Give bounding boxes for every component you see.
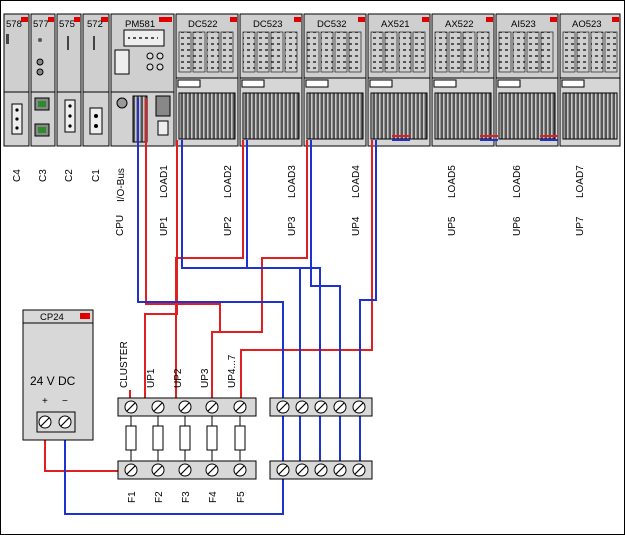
label-io-bus: I/O-Bus xyxy=(116,168,127,202)
fuse-terminal-strip: F1 F2 F3 F4 F5 xyxy=(117,397,257,503)
psu-minus-label: − xyxy=(62,396,68,407)
module-label-ax522: AX522 xyxy=(445,19,474,30)
label-f3: F3 xyxy=(181,491,192,503)
label-up4: UP4 xyxy=(351,216,362,236)
label-load6: LOAD6 xyxy=(512,165,523,198)
label-c4: C4 xyxy=(12,169,23,182)
label-fuse-up1: UP1 xyxy=(146,368,157,388)
label-f4: F4 xyxy=(208,491,219,503)
power-supply-cp24: CP24 24 V DC + − xyxy=(22,309,94,441)
label-load7: LOAD7 xyxy=(575,165,586,198)
label-up6: UP6 xyxy=(512,216,523,236)
fuse-group-labels: CLUSTER UP1 UP2 UP3 UP4...7 xyxy=(119,341,238,388)
module-rack: 578 577 575 572 PM581 DC522 DC523 DC532 … xyxy=(3,13,621,147)
comm-module-578: 578 xyxy=(3,13,30,147)
module-label-578: 578 xyxy=(6,19,22,30)
wiring-diagram: 578 577 575 572 PM581 DC522 DC523 DC532 … xyxy=(0,0,625,535)
label-load2: LOAD2 xyxy=(223,165,234,198)
psu-title: CP24 xyxy=(40,312,64,323)
module-label-575: 575 xyxy=(59,19,75,30)
wire-load4-return xyxy=(359,140,377,470)
label-up5: UP5 xyxy=(447,216,458,236)
label-fuse-up2: UP2 xyxy=(173,368,184,388)
module-label-dc523: DC523 xyxy=(253,19,283,30)
psu-plus-label: + xyxy=(42,396,48,407)
label-c1: C1 xyxy=(91,169,102,182)
label-cluster: CLUSTER xyxy=(119,341,130,388)
diagram-canvas: 578 577 575 572 PM581 DC522 DC523 DC532 … xyxy=(0,0,625,535)
module-label-577: 577 xyxy=(33,19,49,30)
label-c3: C3 xyxy=(38,169,49,182)
io-module-ax522: AX522 xyxy=(431,13,495,147)
io-module-dc532: DC532 xyxy=(303,13,367,147)
comm-module-572: 572 xyxy=(82,13,110,147)
label-load1: LOAD1 xyxy=(159,165,170,198)
label-up1: UP1 xyxy=(159,216,170,236)
cpu-module-pm581: PM581 xyxy=(110,13,175,147)
io-module-ai523: AI523 xyxy=(495,13,559,147)
label-c2: C2 xyxy=(64,169,75,182)
psu-voltage: 24 V DC xyxy=(30,374,76,388)
label-load5: LOAD5 xyxy=(447,165,458,198)
label-f5: F5 xyxy=(236,491,247,503)
label-f2: F2 xyxy=(154,491,165,503)
bus-labels: C4 C3 C2 C1 CPU I/O-Bus UP1 LOAD1 UP2 LO… xyxy=(12,165,586,236)
io-module-dc522: DC522 xyxy=(175,13,239,147)
label-fuse-up3: UP3 xyxy=(200,368,211,388)
module-label-dc522: DC522 xyxy=(188,19,218,30)
io-module-ax521: AX521 xyxy=(367,13,431,147)
label-load4: LOAD4 xyxy=(351,165,362,198)
wires-return xyxy=(64,98,558,515)
module-label-dc532: DC532 xyxy=(317,19,347,30)
wire-load3-return xyxy=(310,140,341,470)
label-up7: UP7 xyxy=(575,216,586,236)
module-label-ao523: AO523 xyxy=(572,19,602,30)
label-up2: UP2 xyxy=(223,216,234,236)
comm-module-577: 577 xyxy=(30,13,56,147)
comm-module-575: 575 xyxy=(56,13,82,147)
label-up3: UP3 xyxy=(287,216,298,236)
module-label-572: 572 xyxy=(87,19,103,30)
label-load3: LOAD3 xyxy=(287,165,298,198)
module-label-ax521: AX521 xyxy=(381,19,410,30)
io-module-dc523: DC523 xyxy=(239,13,303,147)
module-label-pm581: PM581 xyxy=(125,19,155,30)
label-f1: F1 xyxy=(127,491,138,503)
io-module-ao523: AO523 xyxy=(559,13,621,147)
module-label-ai523: AI523 xyxy=(511,19,536,30)
label-cpu: CPU xyxy=(115,215,126,236)
label-fuse-up4-7: UP4...7 xyxy=(227,354,238,388)
